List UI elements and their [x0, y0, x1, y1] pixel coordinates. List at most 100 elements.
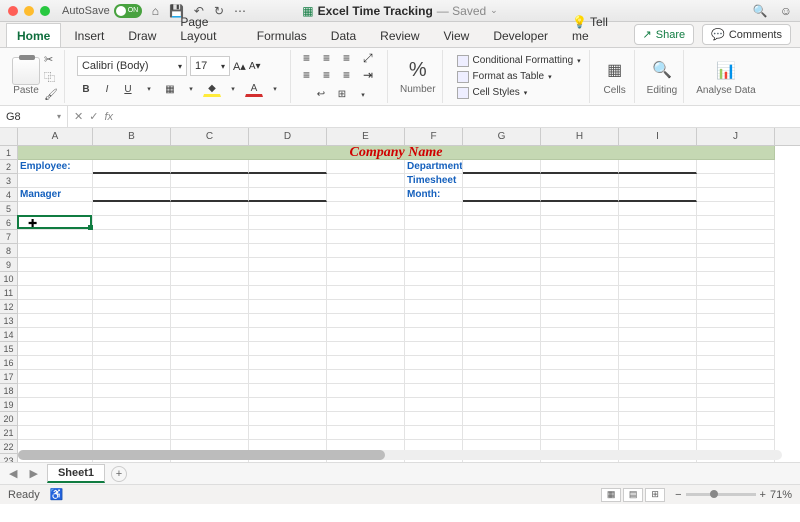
zoom-slider[interactable]	[686, 493, 756, 496]
tab-insert[interactable]: Insert	[63, 23, 115, 47]
align-top-icon[interactable]: ≡	[303, 51, 321, 66]
align-bottom-icon[interactable]: ≡	[343, 51, 361, 66]
cell-A12[interactable]	[18, 300, 93, 314]
col-header-F[interactable]: F	[405, 128, 463, 145]
cell-A14[interactable]	[18, 328, 93, 342]
tab-data[interactable]: Data	[320, 23, 367, 47]
cell-F3[interactable]: Timesheet	[405, 174, 463, 188]
cell-D9[interactable]	[249, 258, 327, 272]
cell-I15[interactable]	[619, 342, 697, 356]
cell-F5[interactable]	[405, 202, 463, 216]
cell-F2[interactable]: Department:	[405, 160, 463, 174]
cell-F21[interactable]	[405, 426, 463, 440]
cell-J3[interactable]	[697, 174, 775, 188]
cell-E19[interactable]	[327, 398, 405, 412]
cell-G12[interactable]	[463, 300, 541, 314]
cell-G11[interactable]	[463, 286, 541, 300]
cell-H10[interactable]	[541, 272, 619, 286]
cell-D6[interactable]	[249, 216, 327, 230]
cell-A21[interactable]	[18, 426, 93, 440]
cell-H15[interactable]	[541, 342, 619, 356]
row-header-22[interactable]: 22	[0, 440, 17, 454]
cell-B9[interactable]	[93, 258, 171, 272]
cell-styles-button[interactable]: Cell Styles ▾	[455, 86, 583, 100]
row-header-2[interactable]: 2	[0, 160, 17, 174]
cell-C14[interactable]	[171, 328, 249, 342]
cell-D7[interactable]	[249, 230, 327, 244]
col-header-E[interactable]: E	[327, 128, 405, 145]
cells-icon[interactable]: ▦	[602, 57, 628, 83]
sheet-prev-icon[interactable]: ◀	[6, 467, 20, 480]
cell-I19[interactable]	[619, 398, 697, 412]
cell-G3[interactable]	[463, 174, 541, 188]
cell-F13[interactable]	[405, 314, 463, 328]
cell-C20[interactable]	[171, 412, 249, 426]
col-header-I[interactable]: I	[619, 128, 697, 145]
row-header-21[interactable]: 21	[0, 426, 17, 440]
cell-A19[interactable]	[18, 398, 93, 412]
cell-J5[interactable]	[697, 202, 775, 216]
cell-E14[interactable]	[327, 328, 405, 342]
formula-input[interactable]	[119, 106, 800, 127]
fx-cancel-icon[interactable]: ✕	[74, 110, 83, 123]
cell-J9[interactable]	[697, 258, 775, 272]
cell-E9[interactable]	[327, 258, 405, 272]
cell-H20[interactable]	[541, 412, 619, 426]
row-header-7[interactable]: 7	[0, 230, 17, 244]
cell-D17[interactable]	[249, 370, 327, 384]
cell-B15[interactable]	[93, 342, 171, 356]
cell-I13[interactable]	[619, 314, 697, 328]
col-header-C[interactable]: C	[171, 128, 249, 145]
cell-F8[interactable]	[405, 244, 463, 258]
cell-F4[interactable]: Month:	[405, 188, 463, 202]
cell-G17[interactable]	[463, 370, 541, 384]
cell-C5[interactable]	[171, 202, 249, 216]
cell-F14[interactable]	[405, 328, 463, 342]
close-window[interactable]	[8, 6, 18, 16]
cell-E4[interactable]	[327, 188, 405, 202]
cell-I20[interactable]	[619, 412, 697, 426]
cell-A3[interactable]	[18, 174, 93, 188]
cell-G14[interactable]	[463, 328, 541, 342]
decrease-font-icon[interactable]: A▾	[249, 61, 261, 72]
cell-H6[interactable]	[541, 216, 619, 230]
cell-E18[interactable]	[327, 384, 405, 398]
cell-G18[interactable]	[463, 384, 541, 398]
orientation-icon[interactable]: ⤢	[363, 51, 381, 66]
account-icon[interactable]: ☺	[780, 4, 792, 18]
cell-B3[interactable]	[93, 174, 171, 188]
cell-J16[interactable]	[697, 356, 775, 370]
cell-D21[interactable]	[249, 426, 327, 440]
cell-B8[interactable]	[93, 244, 171, 258]
row-header-19[interactable]: 19	[0, 398, 17, 412]
cell-G20[interactable]	[463, 412, 541, 426]
cell-J21[interactable]	[697, 426, 775, 440]
view-page-layout-icon[interactable]: ▤	[623, 488, 643, 502]
cell-I18[interactable]	[619, 384, 697, 398]
sheet-next-icon[interactable]: ▶	[26, 467, 40, 480]
cell-F17[interactable]	[405, 370, 463, 384]
row-headers[interactable]: 1234567891011121314151617181920212223	[0, 146, 18, 462]
cell-J17[interactable]	[697, 370, 775, 384]
home-icon[interactable]: ⌂	[152, 4, 159, 18]
cell-A17[interactable]	[18, 370, 93, 384]
cell-D15[interactable]	[249, 342, 327, 356]
cell-G5[interactable]	[463, 202, 541, 216]
row-header-1[interactable]: 1	[0, 146, 17, 160]
cell-I12[interactable]	[619, 300, 697, 314]
cell-E21[interactable]	[327, 426, 405, 440]
cell-I16[interactable]	[619, 356, 697, 370]
cell-G13[interactable]	[463, 314, 541, 328]
cell-A5[interactable]	[18, 202, 93, 216]
row-header-17[interactable]: 17	[0, 370, 17, 384]
cell-J19[interactable]	[697, 398, 775, 412]
zoom-level[interactable]: 71%	[770, 489, 792, 501]
font-color-button[interactable]: A	[245, 81, 263, 97]
cell-J10[interactable]	[697, 272, 775, 286]
cell-G7[interactable]	[463, 230, 541, 244]
cell-H2[interactable]	[541, 160, 619, 174]
wrap-text-icon[interactable]: ↩	[312, 87, 330, 103]
cell-D18[interactable]	[249, 384, 327, 398]
cell-H17[interactable]	[541, 370, 619, 384]
cell-C12[interactable]	[171, 300, 249, 314]
